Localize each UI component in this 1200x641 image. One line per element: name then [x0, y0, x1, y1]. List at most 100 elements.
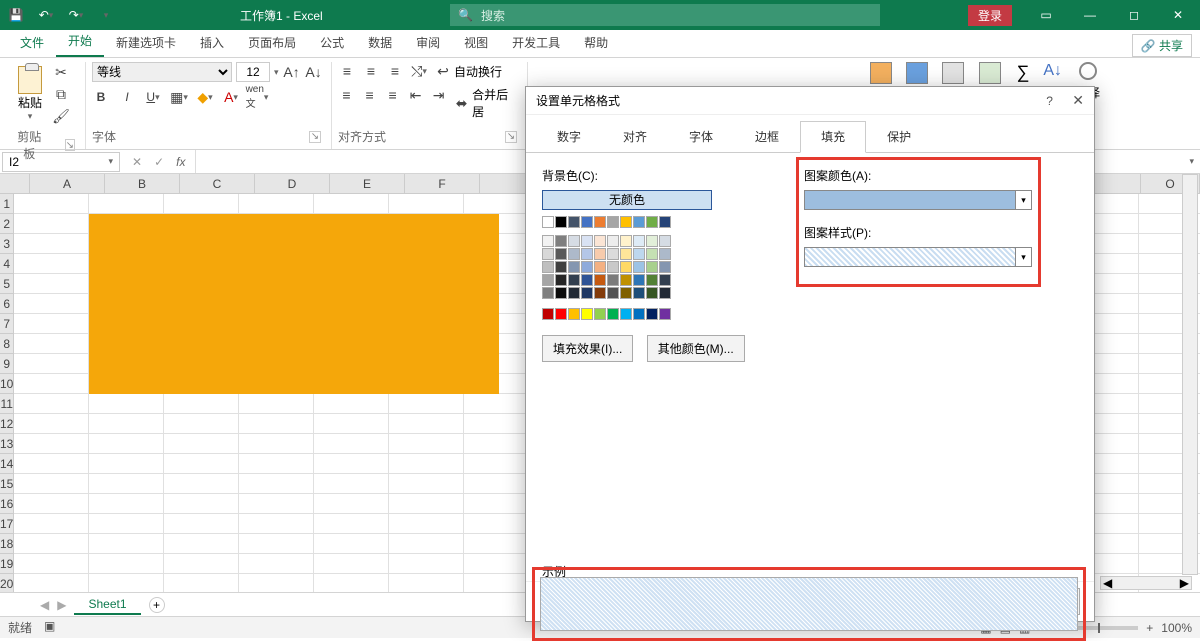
border-icon[interactable]: ▦▾ [170, 88, 188, 106]
row-header[interactable]: 10 [0, 374, 14, 394]
orientation-icon[interactable]: ⤭▾ [410, 62, 428, 80]
color-swatch[interactable] [646, 287, 658, 299]
row-header[interactable]: 17 [0, 514, 14, 534]
save-icon[interactable]: 💾 [4, 3, 28, 27]
row-header[interactable]: 12 [0, 414, 14, 434]
ribbon-options-icon[interactable]: ▭ [1024, 0, 1068, 30]
color-swatch[interactable] [542, 216, 554, 228]
color-swatch[interactable] [594, 287, 606, 299]
row-header[interactable]: 19 [0, 554, 14, 574]
col-header[interactable]: B [105, 174, 180, 193]
tab-view[interactable]: 视图 [452, 28, 500, 57]
color-swatch[interactable] [659, 287, 671, 299]
share-button[interactable]: 🔗 共享 [1132, 34, 1192, 57]
dlg-tab-number[interactable]: 数字 [536, 121, 602, 152]
color-swatch[interactable] [542, 248, 554, 260]
color-swatch[interactable] [568, 216, 580, 228]
maximize-icon[interactable]: ◻ [1112, 0, 1156, 30]
color-swatch[interactable] [581, 261, 593, 273]
dlg-tab-font[interactable]: 字体 [668, 121, 734, 152]
row-header[interactable]: 4 [0, 254, 14, 274]
bold-icon[interactable]: B [92, 88, 110, 106]
vertical-scrollbar[interactable] [1182, 174, 1198, 575]
cell-styles-icon[interactable] [942, 62, 964, 84]
qat-customize-icon[interactable]: ▾ [94, 3, 118, 27]
color-swatch[interactable] [594, 308, 606, 320]
sheet-nav-prev-icon[interactable]: ◀ [40, 598, 49, 612]
tab-formulas[interactable]: 公式 [308, 28, 356, 57]
align-bottom-icon[interactable]: ≡ [386, 62, 404, 80]
color-swatch[interactable] [568, 287, 580, 299]
row-header[interactable]: 9 [0, 354, 14, 374]
align-right-icon[interactable]: ≡ [384, 86, 401, 104]
tab-page-layout[interactable]: 页面布局 [236, 28, 308, 57]
color-swatch[interactable] [633, 261, 645, 273]
color-swatch[interactable] [594, 216, 606, 228]
color-swatch[interactable] [633, 216, 645, 228]
row-header[interactable]: 2 [0, 214, 14, 234]
tab-insert[interactable]: 插入 [188, 28, 236, 57]
increase-font-icon[interactable]: A↑ [283, 63, 301, 81]
color-swatch[interactable] [633, 308, 645, 320]
color-swatch[interactable] [568, 308, 580, 320]
row-header[interactable]: 1 [0, 194, 14, 214]
font-name-select[interactable]: 等线 [92, 62, 232, 82]
wrap-text-button[interactable]: ↩自动换行 [434, 62, 502, 80]
color-swatch[interactable] [607, 274, 619, 286]
color-swatch[interactable] [568, 261, 580, 273]
row-header[interactable]: 7 [0, 314, 14, 334]
format-table-icon[interactable] [906, 62, 928, 84]
font-size-dd-icon[interactable]: ▾ [274, 67, 279, 78]
color-swatch[interactable] [542, 261, 554, 273]
clipboard-launcher-icon[interactable]: ↘ [65, 139, 75, 151]
zoom-level[interactable]: 100% [1161, 621, 1192, 635]
color-swatch[interactable] [646, 216, 658, 228]
color-swatch[interactable] [542, 274, 554, 286]
font-launcher-icon[interactable]: ↘ [309, 131, 321, 143]
tab-file[interactable]: 文件 [8, 28, 56, 57]
color-swatch[interactable] [594, 261, 606, 273]
decrease-indent-icon[interactable]: ⇤ [407, 86, 424, 104]
color-swatch[interactable] [620, 248, 632, 260]
color-swatch[interactable] [659, 308, 671, 320]
tab-review[interactable]: 审阅 [404, 28, 452, 57]
color-swatch[interactable] [659, 261, 671, 273]
align-middle-icon[interactable]: ≡ [362, 62, 380, 80]
color-swatch[interactable] [581, 216, 593, 228]
underline-icon[interactable]: U▾ [144, 88, 162, 106]
col-header[interactable]: F [405, 174, 480, 193]
new-sheet-icon[interactable]: + [149, 597, 165, 613]
alignment-launcher-icon[interactable]: ↘ [505, 131, 517, 143]
dlg-tab-fill[interactable]: 填充 [800, 121, 866, 153]
tab-home[interactable]: 开始 [56, 26, 104, 57]
font-size-input[interactable] [236, 62, 270, 82]
color-swatch[interactable] [607, 308, 619, 320]
redo-icon[interactable]: ↷▾ [64, 3, 88, 27]
dlg-tab-border[interactable]: 边框 [734, 121, 800, 152]
select-all-corner[interactable] [0, 174, 30, 193]
dialog-help-icon[interactable]: ? [1046, 94, 1053, 108]
color-swatch[interactable] [607, 248, 619, 260]
row-header[interactable]: 3 [0, 234, 14, 254]
color-swatch[interactable] [594, 248, 606, 260]
format-painter-icon[interactable]: 🖌 [52, 107, 70, 125]
row-header[interactable]: 11 [0, 394, 14, 414]
color-swatch[interactable] [594, 235, 606, 247]
color-swatch[interactable] [607, 235, 619, 247]
dialog-close-icon[interactable]: ✕ [1072, 92, 1084, 108]
more-colors-button[interactable]: 其他颜色(M)... [647, 335, 745, 362]
merge-center-button[interactable]: ⬌合并后居 [453, 86, 517, 120]
color-swatch[interactable] [646, 308, 658, 320]
row-header[interactable]: 6 [0, 294, 14, 314]
color-swatch[interactable] [555, 248, 567, 260]
color-swatch[interactable] [646, 248, 658, 260]
color-swatch[interactable] [659, 248, 671, 260]
color-swatch[interactable] [555, 235, 567, 247]
col-header[interactable]: A [30, 174, 105, 193]
color-swatch[interactable] [568, 274, 580, 286]
row-header[interactable]: 20 [0, 574, 14, 592]
align-left-icon[interactable]: ≡ [338, 86, 355, 104]
color-swatch[interactable] [568, 248, 580, 260]
dlg-tab-protection[interactable]: 保护 [866, 121, 932, 152]
color-swatch[interactable] [607, 216, 619, 228]
